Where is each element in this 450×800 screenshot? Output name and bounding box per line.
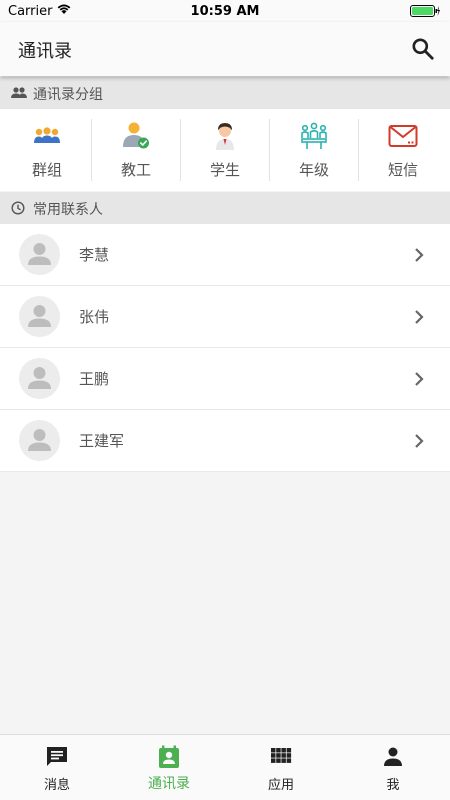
clock: 10:59 AM <box>190 4 260 19</box>
contact-name: 张伟 <box>79 308 110 326</box>
nav-label: 应用 <box>267 778 294 793</box>
student-icon <box>216 123 234 150</box>
avatar <box>19 234 60 275</box>
battery-icon <box>410 5 440 17</box>
avatar <box>19 420 60 461</box>
person-placeholder-icon <box>28 367 51 389</box>
groups-grid: 群组 教工 学生 年级 短信 <box>0 109 450 191</box>
person-placeholder-icon <box>28 305 51 327</box>
bottom-nav: 消息 通讯录 应用 我 <box>0 734 450 800</box>
nav-tab-contacts[interactable]: 通讯录 <box>113 735 225 800</box>
grade-icon <box>301 122 327 149</box>
apps-grid-icon <box>271 748 292 763</box>
groups-section-title: 通讯录分组 <box>33 87 103 103</box>
contact-row[interactable]: 王鹏 <box>0 348 450 410</box>
app-bar: 通讯录 <box>0 22 450 76</box>
contact-name: 王建军 <box>79 432 125 450</box>
nav-label: 通讯录 <box>148 776 190 792</box>
avatar <box>19 358 60 399</box>
nav-tab-messages[interactable]: 消息 <box>1 735 113 800</box>
grade-label: 年级 <box>298 161 329 179</box>
group-label: 群组 <box>31 161 62 179</box>
chevron-right-icon <box>415 310 424 324</box>
chevron-right-icon <box>415 248 424 262</box>
search-icon[interactable] <box>410 36 436 62</box>
group-item-staff[interactable]: 教工 <box>91 109 181 191</box>
sms-envelope-icon <box>388 125 418 147</box>
groups-section-header: 通讯录分组 <box>0 77 450 109</box>
group-item-grade[interactable]: 年级 <box>269 109 359 191</box>
chevron-right-icon <box>415 372 424 386</box>
recent-section-title: 常用联系人 <box>33 202 103 218</box>
group-item-sms[interactable]: 短信 <box>358 109 448 191</box>
contact-row[interactable]: 张伟 <box>0 286 450 348</box>
clock-icon <box>11 201 25 215</box>
staff-verified-icon <box>123 122 149 149</box>
chevron-right-icon <box>415 434 424 448</box>
contact-name: 王鹏 <box>79 370 110 388</box>
avatar <box>19 296 60 337</box>
group-item-students[interactable]: 学生 <box>180 109 270 191</box>
nav-label: 我 <box>386 778 400 793</box>
contact-row[interactable]: 王建军 <box>0 410 450 472</box>
person-icon <box>384 747 402 766</box>
recent-section-header: 常用联系人 <box>0 192 450 224</box>
person-placeholder-icon <box>28 243 51 265</box>
contacts-icon <box>159 745 179 768</box>
nav-label: 消息 <box>43 778 70 793</box>
contact-list: 李慧 张伟 王鹏 王建军 <box>0 224 450 472</box>
message-icon <box>47 747 67 766</box>
status-bar: Carrier 10:59 AM <box>0 0 450 22</box>
page-title: 通讯录 <box>18 41 72 62</box>
group-people-icon <box>34 127 60 143</box>
nav-tab-apps[interactable]: 应用 <box>225 735 337 800</box>
staff-label: 教工 <box>120 161 151 179</box>
people-icon <box>11 87 27 98</box>
group-item-groups[interactable]: 群组 <box>2 109 92 191</box>
student-label: 学生 <box>209 161 240 179</box>
contact-row[interactable]: 李慧 <box>0 224 450 286</box>
sms-label: 短信 <box>387 161 418 179</box>
contact-name: 李慧 <box>79 246 110 264</box>
person-placeholder-icon <box>28 429 51 451</box>
nav-tab-me[interactable]: 我 <box>337 735 449 800</box>
